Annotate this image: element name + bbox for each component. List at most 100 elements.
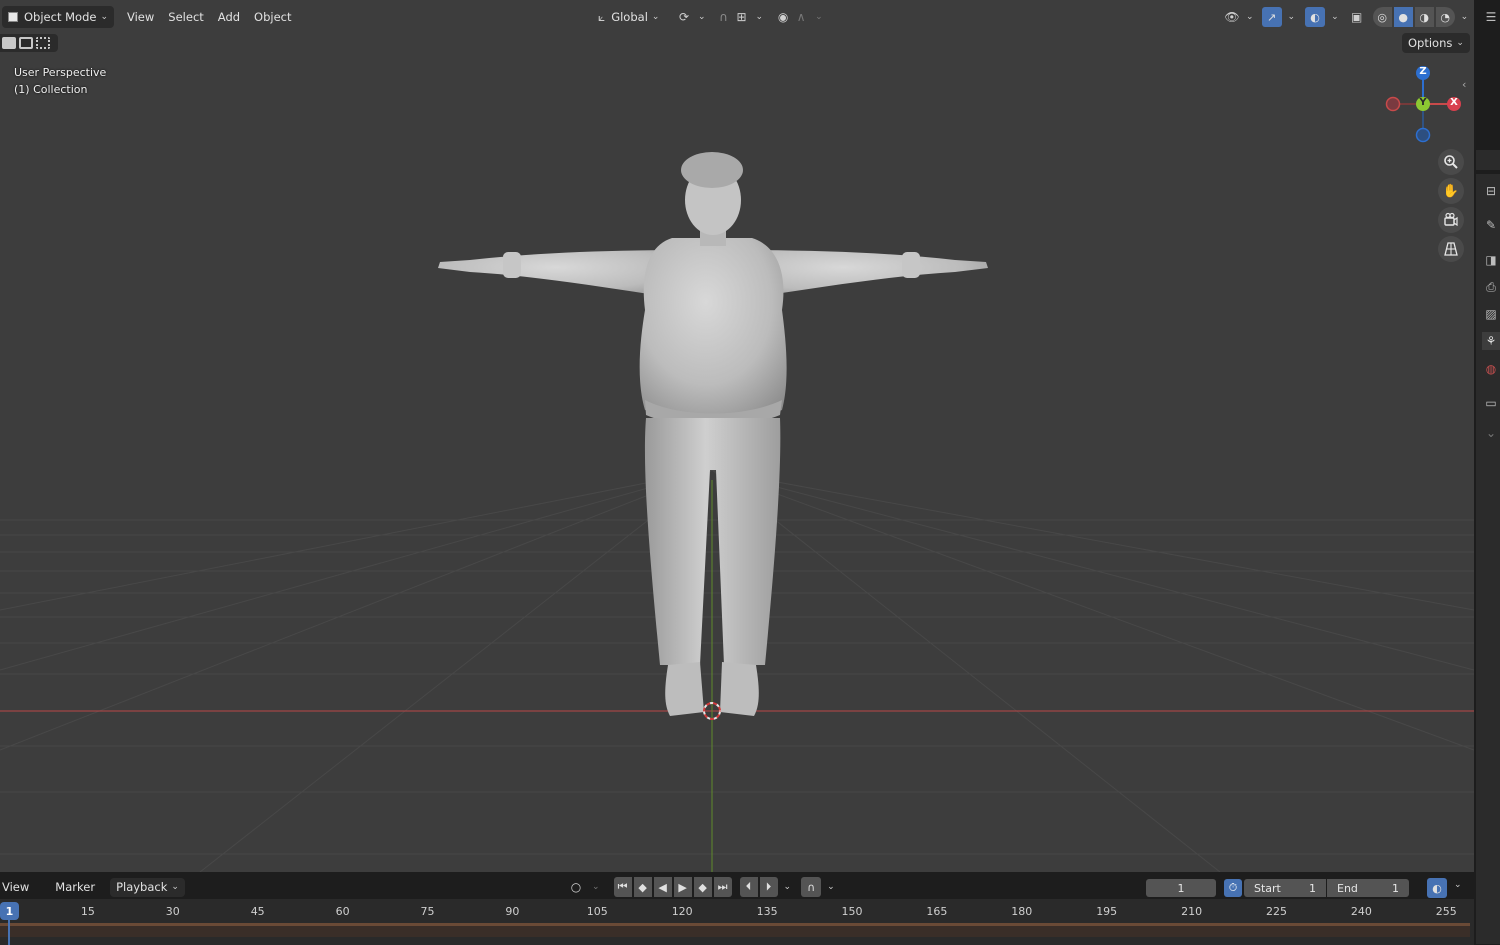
gizmo-z-label[interactable]: Z (1417, 66, 1429, 77)
toggle-icon[interactable]: ⊟ (1482, 182, 1500, 200)
menu-object[interactable]: Object (247, 6, 298, 28)
falloff-icon[interactable]: ∧ (793, 9, 809, 25)
play-icon[interactable]: ▶ (673, 877, 692, 897)
character-model (438, 152, 988, 716)
render-icon[interactable]: ◨ (1482, 251, 1500, 269)
end-frame-field[interactable]: End 1 (1327, 879, 1409, 897)
pan-hand-icon[interactable]: ✋ (1438, 178, 1464, 204)
timeline-tick-label: 105 (586, 905, 608, 918)
chevron-down-icon: ⌄ (651, 12, 660, 22)
tool-icon[interactable]: ✎ (1482, 216, 1500, 234)
snap-target-icon[interactable]: ⊞ (734, 9, 750, 25)
timeline-tick-label: 165 (926, 905, 948, 918)
timeline-menu-marker[interactable]: Marker (48, 876, 102, 898)
timeline-tick-label: 135 (756, 905, 778, 918)
3d-viewport[interactable]: User Perspective (1) Collection Z X Y ✋ … (0, 0, 1474, 872)
timeline-tick-label: 240 (1350, 905, 1372, 918)
pivot-snap-group: ⟳ ⌄ ∩ ⊞ ⌄ ◉ ∧ ⌄ (676, 6, 823, 28)
playback-dropdown[interactable]: Playback ⌄ (110, 877, 185, 897)
start-frame-field[interactable]: Start 1 (1244, 879, 1326, 897)
timeline-tick-label: 90 (505, 905, 520, 918)
chevron-down-icon: ⌄ (698, 12, 706, 22)
menu-add[interactable]: Add (211, 6, 247, 28)
collapse-arrow-icon[interactable]: ‹ (1462, 78, 1466, 91)
jump-start-icon[interactable]: ⏮ (613, 877, 632, 897)
proportional-edit-icon[interactable]: ◉ (775, 9, 791, 25)
xray-toggle-icon[interactable]: ▣ (1349, 9, 1365, 25)
timeline-overlay-icon[interactable]: ◐ (1427, 878, 1447, 898)
jump-end-icon[interactable]: ⏭ (713, 877, 732, 897)
chevron-down-icon: ⌄ (1460, 12, 1469, 22)
view-layer-icon[interactable]: ▨ (1482, 305, 1500, 323)
prev-keyframe-icon[interactable]: ⏴ (739, 877, 758, 897)
mode-label: Object Mode (24, 10, 97, 24)
rendered-shading-icon[interactable]: ◔ (1435, 7, 1455, 27)
output-icon[interactable]: ⎙ (1482, 278, 1500, 296)
menu-select[interactable]: Select (161, 6, 210, 28)
gizmo-y-label[interactable]: Y (1417, 97, 1429, 108)
keying-set-icon[interactable]: ∩ (801, 877, 822, 897)
gizmo-x-label[interactable]: X (1448, 97, 1460, 108)
transform-orientation-dropdown[interactable]: ⟀ Global ⌄ (592, 6, 665, 28)
next-keyframe-icon[interactable]: ⏵ (759, 877, 778, 897)
auto-keying-icon[interactable]: ○ (568, 879, 584, 895)
wireframe-shading-icon[interactable]: ◎ (1372, 7, 1392, 27)
jump-next-keyframe-icon[interactable]: ◆ (693, 877, 712, 897)
chevron-down-icon: ⌄ (100, 12, 108, 22)
timeline-tick-label: 225 (1266, 905, 1287, 918)
timeline-tick-label: 30 (165, 905, 180, 918)
options-label: Options (1408, 36, 1453, 50)
world-icon[interactable]: ◍ (1482, 360, 1500, 378)
play-reverse-icon[interactable]: ◀ (653, 877, 672, 897)
chevron-down-icon: ⌄ (815, 12, 823, 22)
select-subtract-icon[interactable] (36, 37, 50, 49)
gizmo-toggle-icon[interactable]: ↗ (1261, 7, 1282, 27)
collection-icon[interactable]: ▭ (1482, 394, 1500, 412)
viewport-scene (0, 66, 1474, 872)
chevron-down-icon: ⌄ (1246, 12, 1254, 22)
playhead[interactable]: 1 (0, 902, 19, 920)
chevron-down-icon: ⌄ (592, 882, 600, 892)
snap-icon[interactable]: ∩ (716, 9, 732, 25)
jump-prev-keyframe-icon[interactable]: ◆ (633, 877, 652, 897)
camera-view-icon[interactable] (1438, 207, 1464, 233)
outliner-icon[interactable]: ☰ (1482, 8, 1500, 26)
menu-view[interactable]: View (120, 6, 161, 28)
select-extend-icon[interactable] (19, 37, 33, 49)
chevron-down-icon[interactable]: ⌄ (1482, 424, 1500, 442)
orientation-icon: ⟀ (598, 9, 606, 24)
chevron-down-icon: ⌄ (783, 882, 792, 892)
timeline-tick-label: 60 (335, 905, 350, 918)
pivot-point-icon[interactable]: ⟳ (676, 9, 692, 25)
strip-divider (1476, 150, 1500, 170)
timeline-menu-view[interactable]: View (0, 876, 36, 898)
select-new-icon[interactable] (2, 37, 16, 49)
timeline-tick-label: 195 (1096, 905, 1118, 918)
playback-controls: ○ ⌄ ⏮ ◆ ◀ ▶ ◆ ⏭ ⏴ ⏵ ⌄ ∩ ⌄ (568, 876, 835, 898)
visibility-eye-icon[interactable]: 👁 (1224, 9, 1240, 25)
timeline-tick-label: 150 (841, 905, 863, 918)
chevron-down-icon: ⌄ (1456, 38, 1464, 48)
timeline-area[interactable] (0, 899, 1474, 945)
overlay-toggle-icon[interactable]: ◐ (1305, 7, 1326, 27)
solid-shading-icon[interactable]: ● (1393, 7, 1413, 27)
timeline-tick-label: 15 (80, 905, 95, 918)
scene-icon[interactable]: ⚘ (1482, 332, 1500, 350)
chevron-down-icon: ⌄ (1331, 12, 1339, 22)
chevron-down-icon: ⌄ (755, 12, 764, 22)
object-mode-icon (8, 12, 18, 22)
current-frame-field[interactable]: 1 (1146, 879, 1216, 897)
preview-range-icon[interactable]: ⏱ (1224, 879, 1242, 897)
start-value: 1 (1309, 881, 1316, 895)
mode-selector[interactable]: Object Mode ⌄ (2, 6, 114, 28)
collection-label: (1) Collection (14, 83, 88, 96)
chevron-down-icon: ⌄ (171, 882, 179, 892)
material-shading-icon[interactable]: ◑ (1414, 7, 1434, 27)
current-frame-value: 1 (1177, 881, 1185, 895)
zoom-icon[interactable] (1438, 149, 1464, 175)
end-value: 1 (1392, 881, 1399, 895)
timeline-tick-label: 180 (1011, 905, 1033, 918)
options-dropdown[interactable]: Options ⌄ (1402, 33, 1470, 53)
perspective-grid-icon[interactable] (1438, 236, 1464, 262)
playhead-line (8, 916, 10, 945)
